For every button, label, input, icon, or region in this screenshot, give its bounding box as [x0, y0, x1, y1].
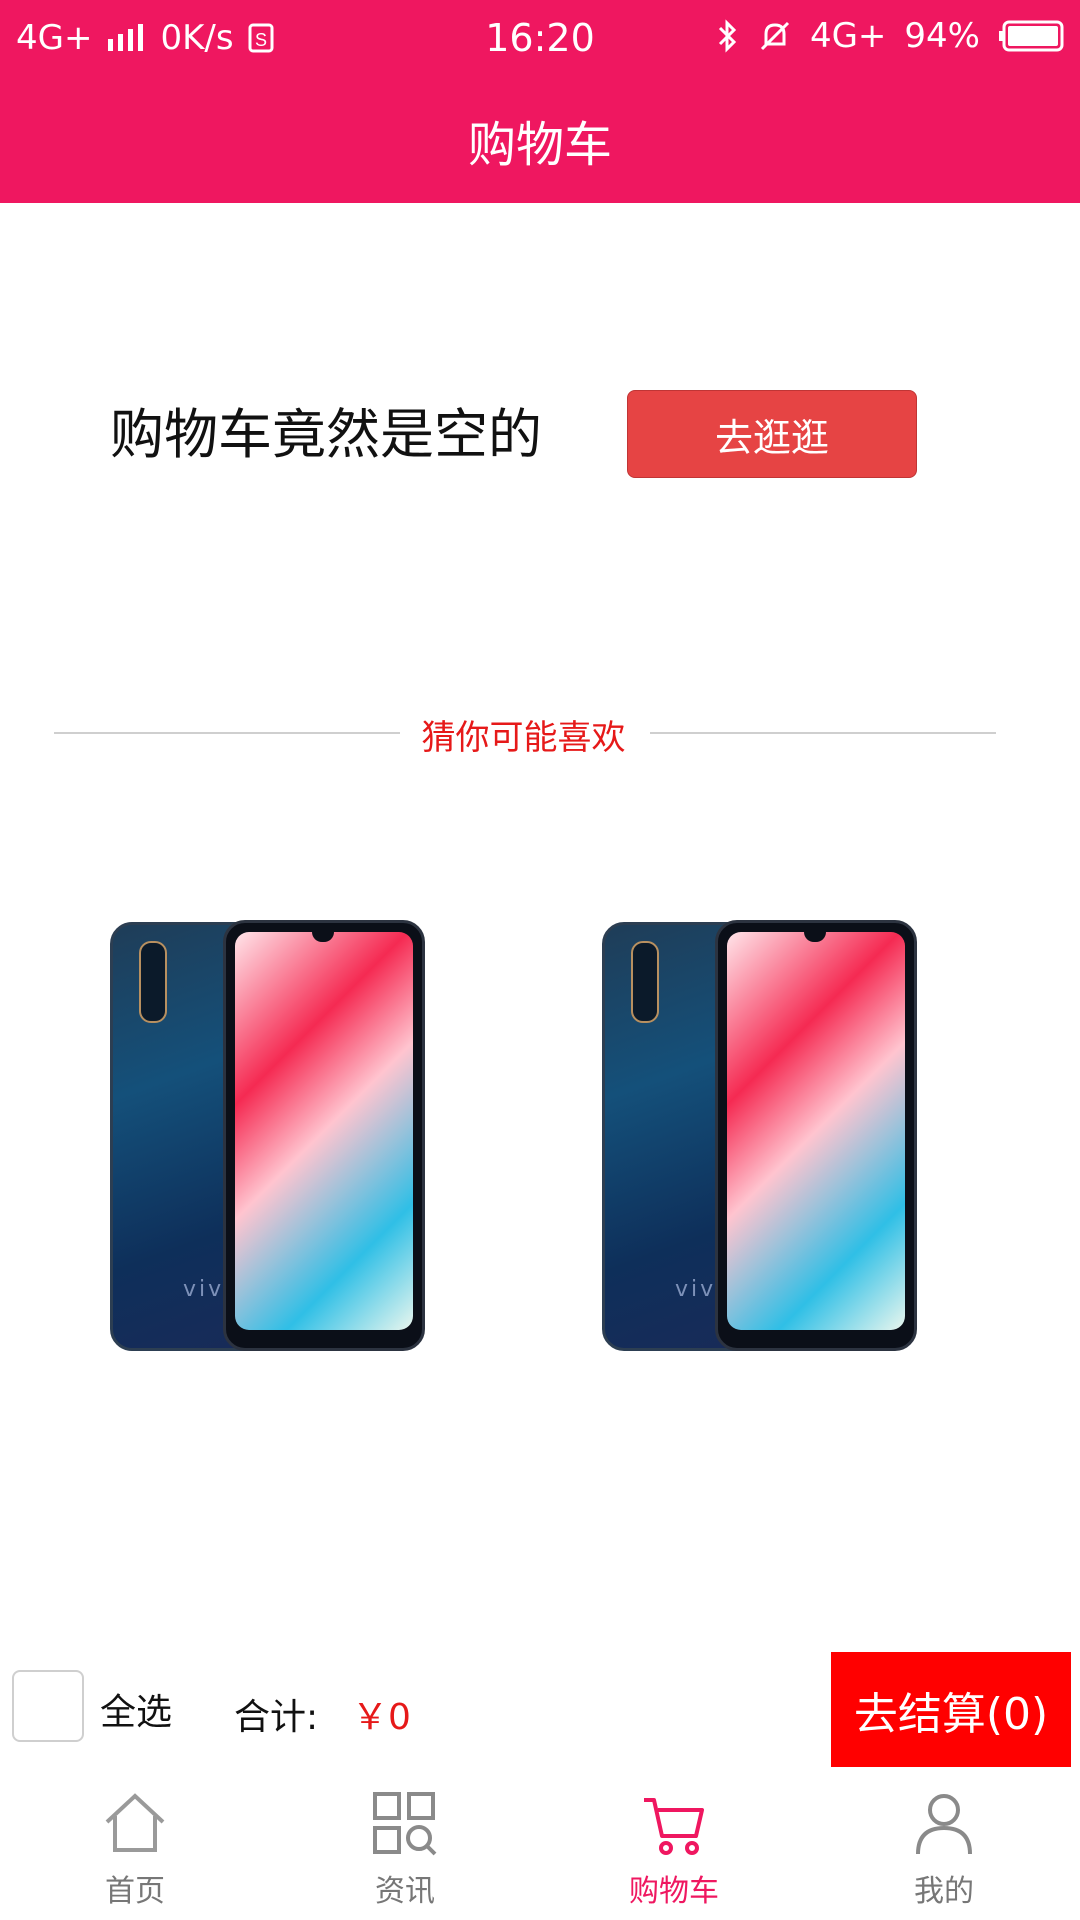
select-all-checkbox[interactable]: [12, 1670, 84, 1742]
tab-label: 首页: [105, 1874, 165, 1909]
go-shopping-button[interactable]: 去逛逛: [627, 390, 917, 478]
status-bar: 4G+ 0K/s S 16:20 4G+ 94%: [0, 0, 1080, 75]
tab-cart[interactable]: 购物车: [609, 1790, 739, 1910]
product-card[interactable]: vivo: [602, 920, 917, 1351]
select-all-label[interactable]: 全选: [100, 1683, 172, 1735]
tab-label: 我的: [914, 1874, 974, 1909]
home-icon: [105, 1793, 165, 1852]
camera-icon: [631, 941, 659, 1023]
tab-label: 资讯: [375, 1874, 435, 1909]
mute-bell-icon: [760, 21, 790, 51]
total-label: 合计:: [234, 1697, 319, 1738]
battery-level: 94%: [904, 16, 980, 56]
person-icon: [916, 1794, 972, 1855]
phone-front: [715, 920, 917, 1351]
tab-label: 购物车: [629, 1874, 719, 1909]
cart-icon: [644, 1798, 704, 1855]
page-title: 购物车: [467, 117, 612, 173]
grid-search-icon: [373, 1792, 437, 1856]
phone-front: [223, 920, 425, 1351]
network2-label: 4G+: [809, 16, 887, 56]
bluetooth-icon: [718, 19, 737, 53]
product-card[interactable]: vivo: [110, 920, 425, 1351]
divider-right: [650, 732, 996, 734]
tab-me[interactable]: 我的: [879, 1790, 1009, 1910]
tab-news[interactable]: 资讯: [340, 1790, 470, 1910]
battery-icon: [999, 20, 1064, 52]
checkout-button[interactable]: 去结算(0): [831, 1652, 1071, 1767]
tab-home[interactable]: 首页: [70, 1790, 200, 1910]
app-header: 4G+ 0K/s S 16:20 4G+ 94% 购物车: [0, 0, 1080, 203]
recommend-heading: 猜你可能喜欢: [421, 718, 626, 758]
empty-cart-message: 购物车竟然是空的: [110, 403, 542, 466]
camera-icon: [139, 941, 167, 1023]
total-value: ￥0: [352, 1697, 411, 1738]
